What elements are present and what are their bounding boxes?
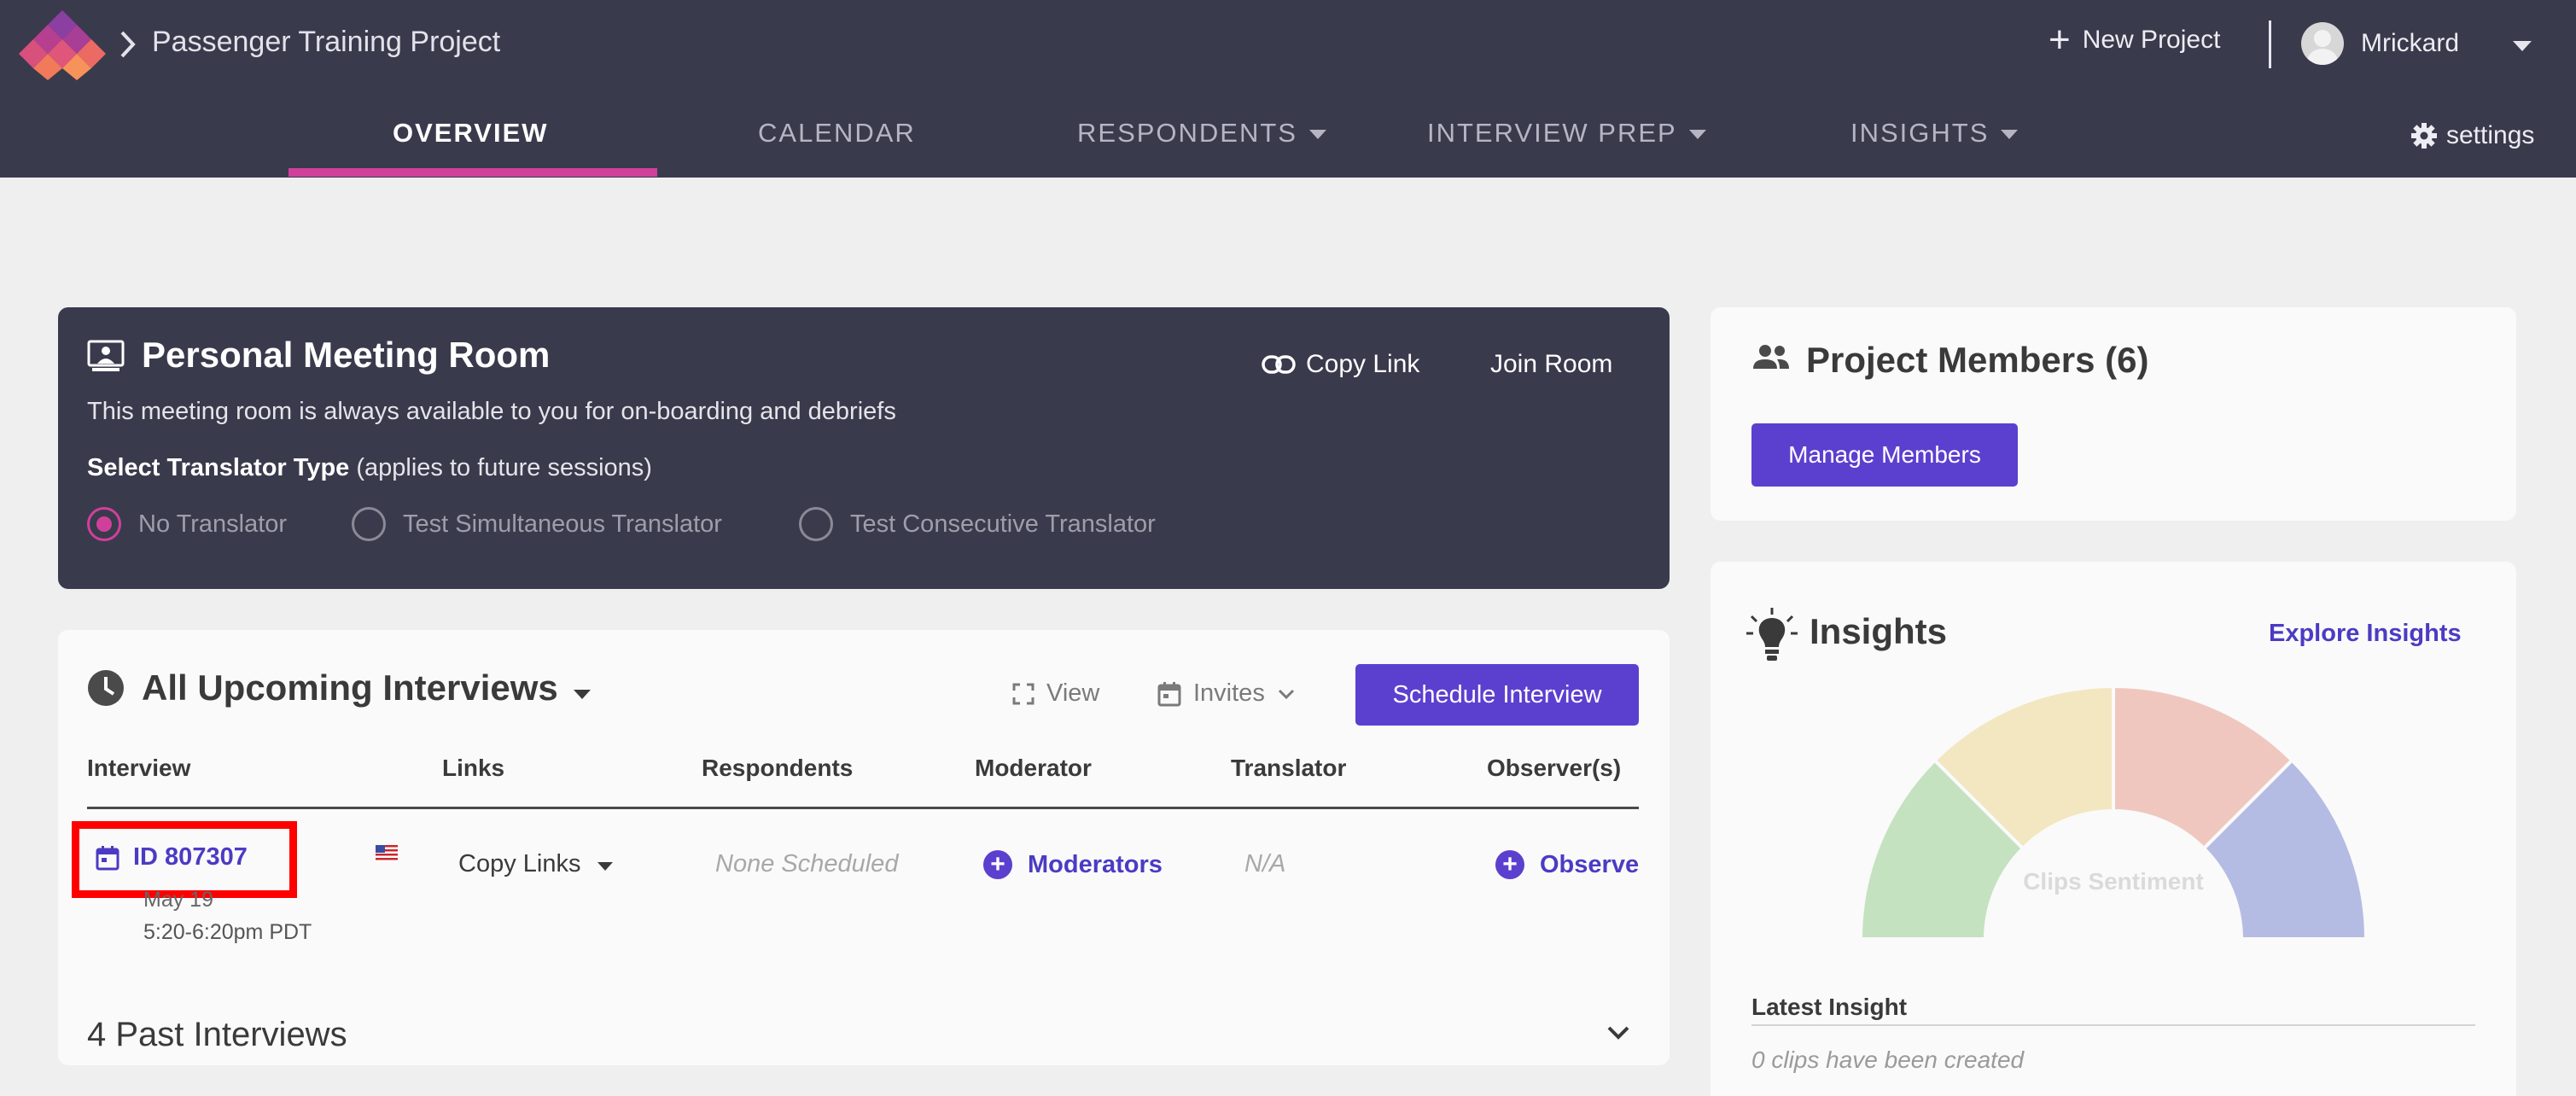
radio-simultaneous-translator[interactable]: Test Simultaneous Translator bbox=[352, 507, 722, 541]
tab-interview-prep-label: INTERVIEW PREP bbox=[1427, 118, 1677, 148]
project-members-title: Project Members (6) bbox=[1806, 340, 2149, 380]
translator-type-heading: Select Translator Type bbox=[87, 454, 350, 481]
new-project-button[interactable]: + New Project bbox=[2049, 19, 2221, 61]
presenter-icon bbox=[87, 340, 125, 371]
upcoming-interviews-title: All Upcoming Interviews bbox=[142, 668, 558, 708]
column-header-observers: Observer(s) bbox=[1487, 755, 1622, 781]
moderators-label: Moderators bbox=[1028, 850, 1163, 878]
translator-type-note: (applies to future sessions) bbox=[356, 454, 652, 481]
translator-value: N/A bbox=[1244, 850, 1286, 877]
tab-insights-label: INSIGHTS bbox=[1850, 118, 1990, 148]
calendar-icon bbox=[96, 845, 119, 870]
latest-insight-divider bbox=[1751, 1024, 2475, 1026]
radio-label: Test Consecutive Translator bbox=[850, 510, 1156, 538]
tab-overview-label: OVERVIEW bbox=[393, 118, 549, 148]
settings-label: settings bbox=[2446, 121, 2535, 149]
settings-button[interactable]: settings bbox=[2410, 121, 2534, 150]
latest-insight-text: 0 clips have been created bbox=[1751, 1046, 2025, 1073]
gear-icon bbox=[2411, 123, 2437, 149]
column-header-links: Links bbox=[442, 755, 505, 781]
meeting-room-title: Personal Meeting Room bbox=[142, 335, 551, 375]
copy-links-dropdown[interactable]: Copy Links bbox=[458, 850, 614, 878]
copy-link-button[interactable]: Copy Link bbox=[1262, 350, 1419, 379]
interview-id-label: ID 807307 bbox=[133, 843, 248, 871]
tab-respondents-label: RESPONDENTS bbox=[1077, 118, 1297, 148]
explore-insights-link[interactable]: Explore Insights bbox=[2269, 620, 2462, 648]
add-moderators-button[interactable]: + Moderators bbox=[983, 850, 1163, 879]
manage-members-button[interactable]: Manage Members bbox=[1751, 423, 2018, 487]
past-interviews-toggle[interactable]: 4 Past Interviews bbox=[87, 1016, 347, 1054]
user-menu[interactable]: Mrickard bbox=[2301, 22, 2459, 65]
radio-no-translator[interactable]: No Translator bbox=[87, 507, 287, 541]
caret-down-icon bbox=[573, 689, 591, 699]
tab-interview-prep[interactable]: INTERVIEW PREP bbox=[1427, 118, 1706, 149]
upcoming-interviews-filter[interactable]: All Upcoming Interviews bbox=[142, 668, 591, 708]
new-project-label: New Project bbox=[2082, 26, 2221, 54]
caret-down-icon bbox=[597, 861, 614, 871]
avatar bbox=[2301, 22, 2344, 65]
tab-calendar[interactable]: CALENDAR bbox=[758, 118, 916, 149]
user-name: Mrickard bbox=[2361, 29, 2460, 57]
calendar-icon bbox=[1157, 681, 1181, 706]
radio-selected-icon bbox=[87, 507, 121, 541]
user-menu-caret-icon[interactable] bbox=[2513, 41, 2532, 51]
radio-unselected-icon bbox=[799, 507, 833, 541]
observers-label: Observers bbox=[1540, 850, 1641, 878]
tab-respondents[interactable]: RESPONDENTS bbox=[1077, 118, 1326, 149]
column-header-respondents: Respondents bbox=[702, 755, 854, 781]
radio-consecutive-translator[interactable]: Test Consecutive Translator bbox=[799, 507, 1156, 541]
observers-cell: + Observers bbox=[1485, 837, 1641, 896]
users-icon bbox=[1753, 345, 1789, 369]
lightbulb-icon bbox=[1746, 608, 1798, 661]
clips-sentiment-gauge: Clips Sentiment bbox=[1858, 684, 2369, 941]
view-label: View bbox=[1046, 679, 1100, 707]
expand-icon bbox=[1012, 683, 1034, 704]
header-divider bbox=[2269, 20, 2271, 68]
caret-down-icon bbox=[1688, 129, 1706, 139]
plus-icon: + bbox=[2049, 19, 2071, 61]
respondents-value: None Scheduled bbox=[715, 850, 899, 877]
column-header-moderator: Moderator bbox=[975, 755, 1092, 781]
copy-links-label: Copy Links bbox=[458, 850, 581, 877]
interview-id-link[interactable]: ID 807307 bbox=[96, 843, 248, 872]
add-observers-button[interactable]: + Observers bbox=[1495, 850, 1641, 879]
invites-dropdown[interactable]: Invites bbox=[1157, 679, 1296, 708]
clock-icon bbox=[88, 670, 124, 706]
meeting-room-description: This meeting room is always available to… bbox=[87, 398, 896, 425]
us-flag-icon bbox=[376, 845, 398, 860]
gauge-label: Clips Sentiment bbox=[2023, 868, 2204, 895]
latest-insight-heading: Latest Insight bbox=[1751, 994, 1908, 1020]
caret-down-icon bbox=[1308, 129, 1326, 139]
link-icon bbox=[1262, 355, 1296, 374]
project-title: Passenger Training Project bbox=[152, 26, 501, 58]
radio-label: Test Simultaneous Translator bbox=[403, 510, 722, 538]
radio-unselected-icon bbox=[352, 507, 386, 541]
tab-overview[interactable]: OVERVIEW bbox=[393, 118, 549, 149]
invites-label: Invites bbox=[1193, 679, 1265, 707]
view-button[interactable]: View bbox=[1012, 679, 1099, 708]
insights-title: Insights bbox=[1810, 611, 1948, 651]
column-header-translator: Translator bbox=[1231, 755, 1347, 781]
chevron-down-icon[interactable] bbox=[1606, 1024, 1630, 1041]
column-header-interview: Interview bbox=[87, 755, 191, 781]
interview-date: May 19 bbox=[143, 888, 213, 912]
breadcrumb-chevron-icon bbox=[120, 31, 136, 58]
schedule-interview-button[interactable]: Schedule Interview bbox=[1355, 664, 1639, 726]
translator-type-label: Select Translator Type (applies to futur… bbox=[87, 454, 652, 482]
interview-time: 5:20-6:20pm PDT bbox=[143, 920, 312, 944]
plus-circle-icon: + bbox=[983, 850, 1012, 879]
app-logo[interactable] bbox=[15, 10, 109, 80]
table-header-divider bbox=[87, 807, 1639, 809]
tab-calendar-label: CALENDAR bbox=[758, 118, 916, 148]
tab-insights[interactable]: INSIGHTS bbox=[1850, 118, 2019, 149]
radio-label: No Translator bbox=[138, 510, 288, 538]
active-tab-indicator bbox=[288, 168, 657, 177]
plus-circle-icon: + bbox=[1495, 850, 1524, 879]
join-room-button[interactable]: Join Room bbox=[1490, 350, 1612, 379]
chevron-down-icon bbox=[1278, 689, 1294, 699]
copy-link-label: Copy Link bbox=[1306, 350, 1420, 378]
caret-down-icon bbox=[2001, 129, 2019, 139]
